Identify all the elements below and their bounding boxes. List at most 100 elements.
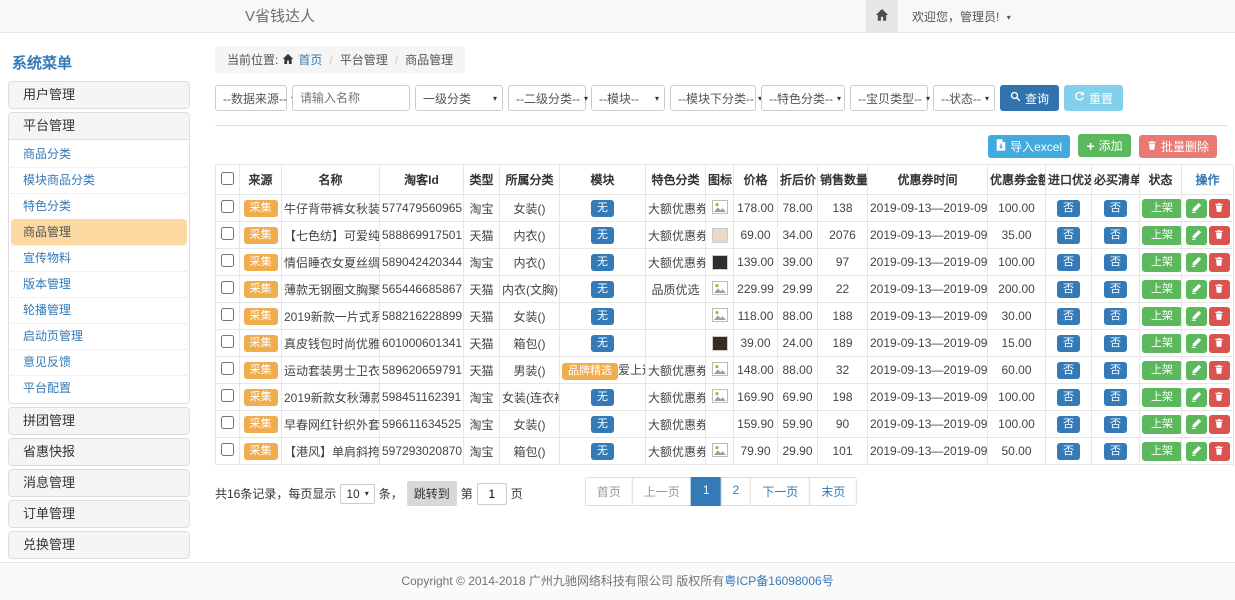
row-checkbox[interactable] bbox=[221, 389, 234, 402]
imported-toggle[interactable]: 否 bbox=[1057, 281, 1080, 298]
row-checkbox[interactable] bbox=[221, 254, 234, 267]
delete-button[interactable] bbox=[1209, 226, 1230, 245]
status-badge[interactable]: 上架 bbox=[1142, 199, 1182, 218]
add-button[interactable]: + 添加 bbox=[1078, 134, 1130, 157]
sidebar-item[interactable]: 特色分类 bbox=[11, 193, 187, 219]
must-buy-toggle[interactable]: 否 bbox=[1104, 443, 1127, 460]
filter-select[interactable]: --状态--▾ bbox=[933, 85, 995, 111]
status-badge[interactable]: 上架 bbox=[1142, 334, 1182, 353]
sidebar-item[interactable]: 意见反馈 bbox=[11, 349, 187, 375]
must-buy-toggle[interactable]: 否 bbox=[1104, 335, 1127, 352]
edit-button[interactable] bbox=[1186, 253, 1207, 272]
status-badge[interactable]: 上架 bbox=[1142, 253, 1182, 272]
must-buy-toggle[interactable]: 否 bbox=[1104, 281, 1127, 298]
sidebar-item[interactable]: 商品分类 bbox=[11, 142, 187, 167]
imported-toggle[interactable]: 否 bbox=[1057, 200, 1080, 217]
bulk-delete-button[interactable]: 批量删除 bbox=[1139, 135, 1217, 158]
row-checkbox[interactable] bbox=[221, 200, 234, 213]
status-badge[interactable]: 上架 bbox=[1142, 226, 1182, 245]
edit-button[interactable] bbox=[1186, 388, 1207, 407]
row-checkbox[interactable] bbox=[221, 416, 234, 429]
page-number-input[interactable] bbox=[477, 483, 507, 505]
sidebar-item[interactable]: 商品管理 bbox=[11, 219, 187, 245]
must-buy-toggle[interactable]: 否 bbox=[1104, 389, 1127, 406]
edit-button[interactable] bbox=[1186, 307, 1207, 326]
status-badge[interactable]: 上架 bbox=[1142, 415, 1182, 434]
imported-toggle[interactable]: 否 bbox=[1057, 443, 1080, 460]
page-button[interactable]: 末页 bbox=[809, 477, 857, 506]
filter-select[interactable]: --特色分类--▾ bbox=[761, 85, 845, 111]
filter-select[interactable]: --宝贝类型--▾ bbox=[850, 85, 928, 111]
status-badge[interactable]: 上架 bbox=[1142, 442, 1182, 461]
icp-link[interactable]: 粤ICP备16098006号 bbox=[724, 574, 833, 588]
imported-toggle[interactable]: 否 bbox=[1057, 227, 1080, 244]
sidebar-group-heading[interactable]: 兑换管理 bbox=[9, 532, 189, 558]
sidebar-group-heading[interactable]: 用户管理 bbox=[9, 82, 189, 108]
edit-button[interactable] bbox=[1186, 415, 1207, 434]
must-buy-toggle[interactable]: 否 bbox=[1104, 308, 1127, 325]
delete-button[interactable] bbox=[1209, 280, 1230, 299]
must-buy-toggle[interactable]: 否 bbox=[1104, 416, 1127, 433]
status-badge[interactable]: 上架 bbox=[1142, 307, 1182, 326]
sidebar-group-heading[interactable]: 拼团管理 bbox=[9, 408, 189, 434]
delete-button[interactable] bbox=[1209, 361, 1230, 380]
edit-button[interactable] bbox=[1186, 226, 1207, 245]
home-button[interactable] bbox=[866, 0, 898, 33]
page-button[interactable]: 2 bbox=[721, 477, 752, 506]
delete-button[interactable] bbox=[1209, 334, 1230, 353]
filter-select[interactable]: --数据来源--▾ bbox=[215, 85, 287, 111]
page-button[interactable]: 下一页 bbox=[750, 477, 810, 506]
page-button[interactable]: 首页 bbox=[585, 477, 633, 506]
edit-button[interactable] bbox=[1186, 280, 1207, 299]
search-button[interactable]: 查询 bbox=[1000, 85, 1059, 111]
sidebar-group-heading[interactable]: 订单管理 bbox=[9, 501, 189, 527]
delete-button[interactable] bbox=[1209, 388, 1230, 407]
sidebar-item[interactable]: 平台配置 bbox=[11, 375, 187, 401]
sidebar-group-heading[interactable]: 平台管理 bbox=[9, 113, 189, 140]
status-badge[interactable]: 上架 bbox=[1142, 388, 1182, 407]
goto-button[interactable]: 跳转到 bbox=[407, 481, 457, 506]
imported-toggle[interactable]: 否 bbox=[1057, 335, 1080, 352]
row-checkbox[interactable] bbox=[221, 227, 234, 240]
row-checkbox[interactable] bbox=[221, 443, 234, 456]
page-button[interactable]: 上一页 bbox=[632, 477, 692, 506]
reset-button[interactable]: 重置 bbox=[1064, 85, 1123, 111]
delete-button[interactable] bbox=[1209, 442, 1230, 461]
must-buy-toggle[interactable]: 否 bbox=[1104, 362, 1127, 379]
edit-button[interactable] bbox=[1186, 442, 1207, 461]
edit-button[interactable] bbox=[1186, 361, 1207, 380]
sidebar-item[interactable]: 版本管理 bbox=[11, 271, 187, 297]
must-buy-toggle[interactable]: 否 bbox=[1104, 200, 1127, 217]
imported-toggle[interactable]: 否 bbox=[1057, 254, 1080, 271]
breadcrumb-home-link[interactable]: 首页 bbox=[298, 51, 322, 68]
imported-toggle[interactable]: 否 bbox=[1057, 416, 1080, 433]
user-menu[interactable]: 欢迎您，管理员! ▾ bbox=[912, 8, 1011, 25]
filter-select[interactable]: --二级分类--▾ bbox=[508, 85, 586, 111]
status-badge[interactable]: 上架 bbox=[1142, 361, 1182, 380]
filter-select[interactable]: --模块--▾ bbox=[591, 85, 665, 111]
sidebar-item[interactable]: 宣传物料 bbox=[11, 245, 187, 271]
must-buy-toggle[interactable]: 否 bbox=[1104, 254, 1127, 271]
delete-button[interactable] bbox=[1209, 199, 1230, 218]
imported-toggle[interactable]: 否 bbox=[1057, 308, 1080, 325]
sidebar-item[interactable]: 模块商品分类 bbox=[11, 167, 187, 193]
edit-button[interactable] bbox=[1186, 334, 1207, 353]
delete-button[interactable] bbox=[1209, 307, 1230, 326]
name-search-input[interactable] bbox=[292, 85, 410, 111]
sidebar-item[interactable]: 启动页管理 bbox=[11, 323, 187, 349]
per-page-select[interactable]: 10 ▾ bbox=[340, 484, 374, 504]
delete-button[interactable] bbox=[1209, 415, 1230, 434]
row-checkbox[interactable] bbox=[221, 362, 234, 375]
imported-toggle[interactable]: 否 bbox=[1057, 389, 1080, 406]
sidebar-group-heading[interactable]: 消息管理 bbox=[9, 470, 189, 496]
imported-toggle[interactable]: 否 bbox=[1057, 362, 1080, 379]
status-badge[interactable]: 上架 bbox=[1142, 280, 1182, 299]
delete-button[interactable] bbox=[1209, 253, 1230, 272]
row-checkbox[interactable] bbox=[221, 335, 234, 348]
filter-select[interactable]: --模块下分类--▾ bbox=[670, 85, 756, 111]
page-button[interactable]: 1 bbox=[691, 477, 722, 506]
filter-select[interactable]: 一级分类▾ bbox=[415, 85, 503, 111]
import-excel-button[interactable]: 导入excel bbox=[988, 135, 1070, 158]
sidebar-item[interactable]: 轮播管理 bbox=[11, 297, 187, 323]
row-checkbox[interactable] bbox=[221, 308, 234, 321]
